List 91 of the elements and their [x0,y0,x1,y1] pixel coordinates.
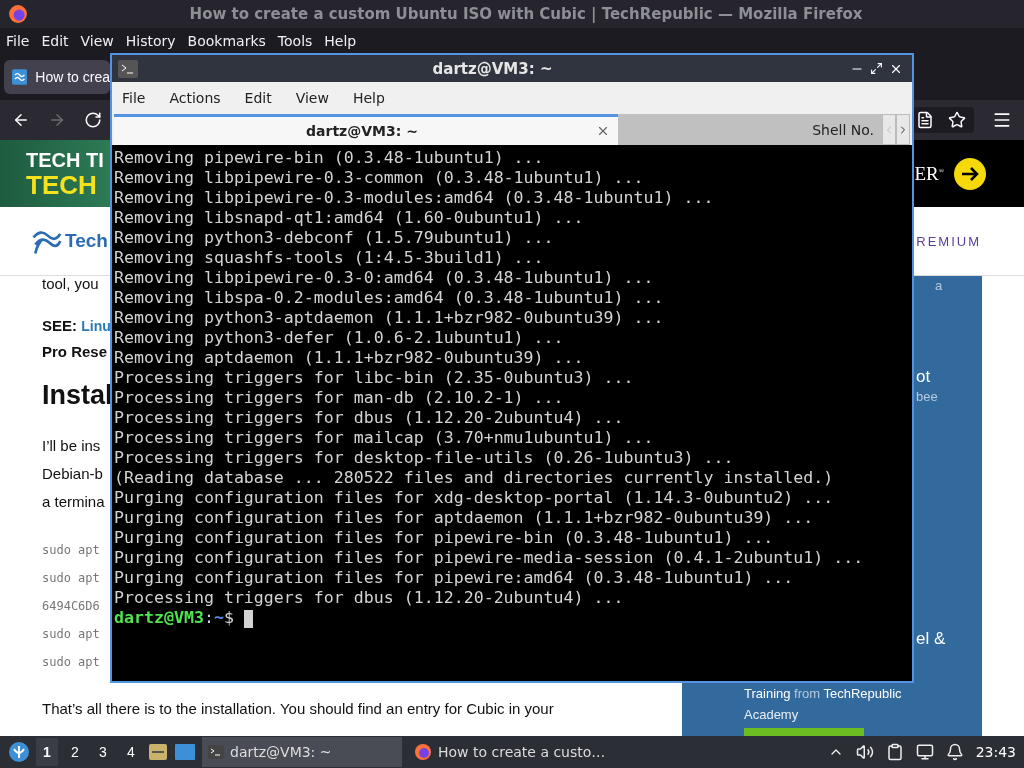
taskbar-task[interactable]: How to create a custo… [408,737,608,767]
terminal-icon [208,745,224,759]
workspace-button[interactable]: 1 [36,738,58,766]
menu-item[interactable]: Actions [169,90,221,106]
terminal-line: Removing libspa-0.2-modules:amd64 (0.3.48-1ubuntu1) ... [114,288,665,308]
back-button[interactable] [12,111,30,129]
maximize-icon[interactable] [870,62,883,75]
bookmark-star-icon[interactable] [948,111,966,129]
terminal-line: (Reading database ... 280522 files and directories currently installed.) [114,468,835,488]
reader-view-icon[interactable] [916,111,934,129]
paragraph: I’ll be ins Debian-b a termina [42,436,105,512]
terminal-line: Removing aptdaemon (1.1.1+bzr982-0ubuntu39) ... [114,348,585,368]
paragraph: tool, you [42,274,99,294]
sidebar-text: el & [916,629,947,649]
terminal-line: Removing libsnapd-qt1:amd64 (1.60-0ubuntu1) ... [114,208,585,228]
file-manager-icon[interactable] [148,742,168,762]
terminal-line: Purging configuration files for pipewire-media-session (0.4.1-2ubuntu1) ... [114,548,865,568]
terminal-tab[interactable]: dartz@VM3: ~ [114,114,618,145]
clock: 23:43 [975,744,1016,760]
reload-button[interactable] [84,111,102,129]
desktop-icon[interactable] [174,743,196,761]
sidebar-text: a [935,277,944,295]
terminal-icon [118,59,138,78]
banner-text: TECH TI [26,148,104,171]
terminal-line: Removing pipewire-bin (0.3.48-1ubuntu1) ... [114,148,545,168]
code-line: sudo apt [42,654,100,671]
banner-text: TECH [26,170,97,199]
terminal-line: Removing libpipewire-0.3-modules:amd64 (0.3.48-1ubuntu1) ... [114,188,715,208]
terminal-line: Processing triggers for dbus (1.12.20-2ubuntu4) ... [114,408,625,428]
training-text: Training from TechRepublic Academy [744,685,903,724]
scroll-right-button[interactable] [896,114,910,145]
menu-item[interactable]: File [6,33,30,49]
menu-item[interactable]: Edit [244,90,272,106]
menu-icon[interactable] [992,110,1012,130]
shell-prompt: dartz@VM3:~$ [114,608,910,628]
terminal-line: Processing triggers for desktop-file-utils (0.26-1ubuntu3) ... [114,448,735,468]
notification-icon[interactable] [945,743,964,761]
menu-item[interactable]: History [125,33,176,49]
menu-item[interactable]: View [80,33,114,49]
site-favicon [12,69,28,85]
terminal-line: Removing libpipewire-0.3-0:amd64 (0.3.48-1ubuntu1) ... [114,268,655,288]
volume-icon[interactable] [855,743,874,761]
article-link[interactable]: Linu [81,318,111,334]
terminal-line: Processing triggers for mailcap (3.70+nmu1ubuntu1) ... [114,428,655,448]
taskbar-task[interactable]: dartz@VM3: ~ [202,737,402,767]
forward-button[interactable] [48,111,66,129]
site-logo-text: Tech [65,230,108,252]
paragraph: That’s all there is to the installation. You should find an entry for Cubic in your [42,699,554,719]
close-tab-button[interactable] [596,124,610,138]
sidebar-text: bee [916,388,939,406]
code-line: sudo apt [42,542,100,559]
brand-text: ER$^{®}$ [914,162,944,185]
window-title: How to create a custom Ubuntu ISO with Cubic | TechRepublic — Mozilla Firefox [188,5,864,23]
code-line: sudo apt [42,626,100,643]
firefox-icon [414,743,432,761]
workspace-button[interactable]: 2 [64,738,86,766]
terminal-line: Removing libpipewire-0.3-common (0.3.48-1ubuntu1) ... [114,168,645,188]
window-title: dartz@VM3: ~ [431,59,554,78]
terminal-line: Processing triggers for dbus (1.12.20-2ubuntu4) ... [114,588,625,608]
code-line: sudo apt [42,570,100,587]
menu-item[interactable]: Help [352,90,385,106]
terminal-line: Purging configuration files for pipewire:amd64 (0.3.48-1ubuntu1) ... [114,568,795,588]
menu-item[interactable]: Bookmarks [187,33,266,49]
workspace-button[interactable]: 4 [120,738,142,766]
browser-tab[interactable]: How to crea [4,60,110,94]
terminal-line: Processing triggers for man-db (2.10.2-1) ... [114,388,565,408]
start-menu-icon[interactable] [8,741,30,763]
menu-item[interactable]: View [295,90,329,106]
menu-item[interactable]: Help [324,33,357,49]
menu-item[interactable]: Edit [41,33,69,49]
terminal-line: Processing triggers for libc-bin (2.35-0ubuntu3) ... [114,368,635,388]
terminal-line: Removing python3-aptdaemon (1.1.1+bzr982-0ubuntu39) ... [114,308,665,328]
clipboard-icon[interactable] [885,743,904,761]
firefox-icon [8,4,28,24]
terminal-line: Purging configuration files for xdg-desktop-portal (1.14.3-0ubuntu2) ... [114,488,835,508]
terminal-line: Removing python3-debconf (1.5.79ubuntu1) ... [114,228,555,248]
terminal-line: Purging configuration files for aptdaemon (1.1.1+bzr982-0ubuntu39) ... [114,508,815,528]
section-heading: Instal [42,379,113,412]
terminal-line: Purging configuration files for pipewire-bin (0.3.48-1ubuntu1) ... [114,528,775,548]
menu-item[interactable]: Tools [277,33,313,49]
premium-link[interactable]: REMIUM [916,233,981,249]
terminal-tab[interactable]: Shell No. [618,114,882,145]
arrow-circle-icon[interactable] [954,157,986,190]
terminal-line: Removing python3-defer (1.0.6-2.1ubuntu1) ... [114,328,565,348]
workspace-button[interactable]: 3 [92,738,114,766]
menu-item[interactable]: File [122,90,146,106]
see-also-text: SEE: Linu [42,316,111,336]
terminal-line: Removing squashfs-tools (1:4.5-3build1) ... [114,248,545,268]
paragraph: Pro Rese [42,342,108,362]
code-line: 6494C6D6 [42,598,100,615]
sidebar-text: ot [916,367,932,387]
